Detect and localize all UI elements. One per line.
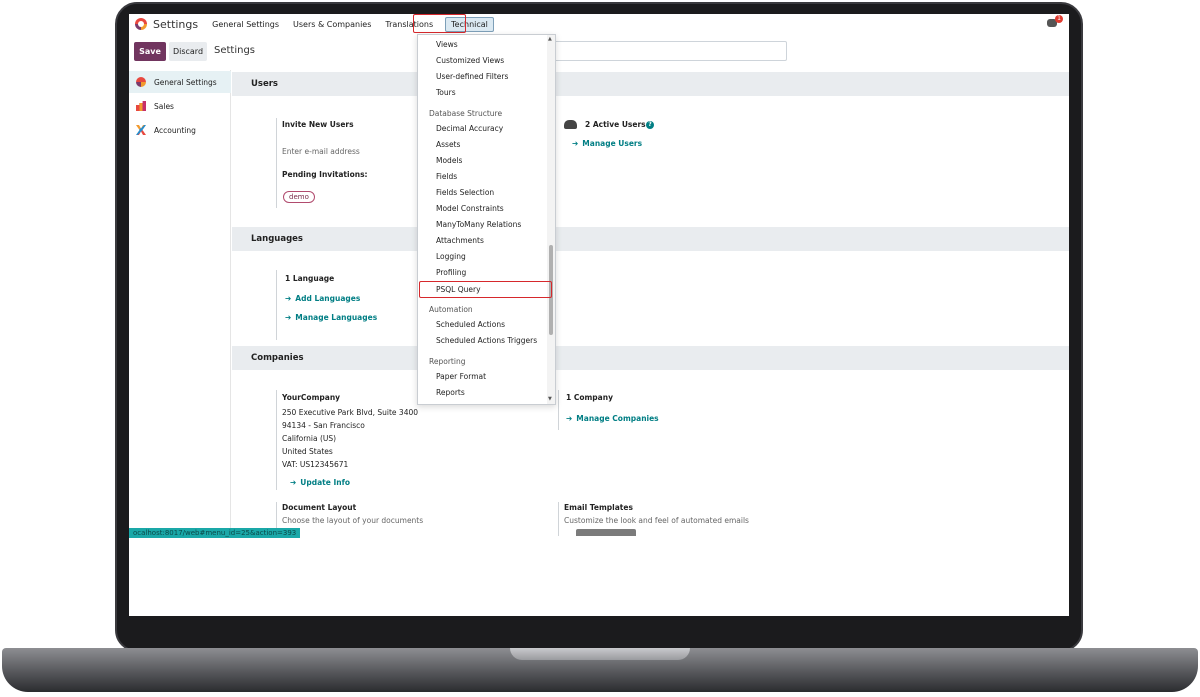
section-companies-title: Companies [232, 346, 1069, 370]
update-info-link[interactable]: ➔ Update Info [290, 478, 350, 487]
app-screen: Settings General Settings Users & Compan… [129, 14, 1069, 616]
settings-sidebar: General Settings Sales Accounting [129, 70, 231, 536]
settings-main: Users Invite New Users Enter e-mail addr… [232, 70, 1069, 536]
dropdown-section-reporting: Reporting [429, 357, 466, 366]
dropdown-item-fields-selection[interactable]: Fields Selection [436, 188, 494, 197]
dropdown-item-logging[interactable]: Logging [436, 252, 466, 261]
status-url-bar: ocalhost:8017/web#menu_id=25&action=393 [129, 528, 301, 538]
sidebar-item-label: General Settings [154, 77, 217, 87]
email-templates-description: Customize the look and feel of automated… [564, 516, 749, 525]
arrow-right-icon: ➔ [285, 294, 292, 303]
section-users-title: Users [232, 72, 1069, 96]
company-name: YourCompany [282, 393, 341, 402]
help-icon[interactable]: ? [646, 121, 654, 129]
invite-users-label: Invite New Users [282, 120, 354, 129]
dropdown-item-user-defined-filters[interactable]: User-defined Filters [436, 72, 508, 81]
technical-highlight-box [413, 14, 466, 33]
top-navbar: Settings General Settings Users & Compan… [129, 14, 1069, 34]
dropdown-item-manytomany-relations[interactable]: ManyToMany Relations [436, 220, 521, 229]
languages-divider [276, 270, 277, 340]
company-count: 1 Company [566, 393, 613, 402]
dropdown-item-profiling[interactable]: Profiling [436, 268, 466, 277]
save-button[interactable]: Save [134, 42, 166, 61]
sidebar-item-sales[interactable]: Sales [129, 95, 231, 117]
dropdown-item-paper-format[interactable]: Paper Format [436, 372, 486, 381]
dropdown-item-assets[interactable]: Assets [436, 140, 460, 149]
arrow-right-icon: ➔ [572, 139, 579, 148]
company-vat: VAT: US12345671 [282, 460, 349, 469]
sidebar-item-label: Sales [154, 101, 174, 111]
laptop-notch [510, 648, 690, 660]
pending-invitations-label: Pending Invitations: [282, 170, 368, 179]
manage-users-link[interactable]: ➔ Manage Users [572, 139, 642, 148]
technical-dropdown-menu: ▲ ▼ Views Customized Views User-defined Fi… [417, 34, 556, 405]
dropdown-item-tours[interactable]: Tours [436, 88, 456, 97]
settings-search-input[interactable] [549, 41, 787, 61]
menu-users-companies[interactable]: Users & Companies [293, 20, 371, 29]
sidebar-item-general-settings[interactable]: General Settings [129, 71, 231, 93]
breadcrumb: Settings [214, 45, 256, 56]
chat-count-badge: 1 [1055, 15, 1063, 23]
dropdown-item-decimal-accuracy[interactable]: Decimal Accuracy [436, 124, 503, 133]
invite-email-input[interactable]: Enter e-mail address [282, 147, 360, 156]
dropdown-item-model-constraints[interactable]: Model Constraints [436, 204, 504, 213]
dropdown-scrollbar[interactable]: ▲ ▼ [547, 35, 555, 404]
dropdown-section-automation: Automation [429, 305, 473, 314]
arrow-right-icon: ➔ [566, 414, 573, 423]
sidebar-item-label: Accounting [154, 125, 196, 135]
email-templates-button[interactable] [576, 529, 636, 536]
dropdown-item-reports[interactable]: Reports [436, 388, 465, 397]
document-layout-title: Document Layout [282, 503, 357, 512]
arrow-right-icon: ➔ [290, 478, 297, 487]
pending-user-badge[interactable]: demo [283, 191, 315, 203]
dropdown-item-fields[interactable]: Fields [436, 172, 457, 181]
manage-companies-link[interactable]: ➔ Manage Companies [566, 414, 659, 423]
menu-general-settings[interactable]: General Settings [212, 20, 279, 29]
email-templates-divider [558, 502, 559, 536]
sidebar-item-accounting[interactable]: Accounting [129, 119, 231, 141]
scroll-down-icon[interactable]: ▼ [548, 396, 552, 402]
app-title[interactable]: Settings [153, 18, 198, 31]
company-address-line: 250 Executive Park Blvd, Suite 3400 [282, 408, 419, 417]
add-languages-link[interactable]: ➔ Add Languages [285, 294, 360, 303]
discard-button[interactable]: Discard [169, 42, 207, 61]
dropdown-section-database-structure: Database Structure [429, 109, 503, 118]
companies-divider [276, 390, 277, 490]
dropdown-item-views[interactable]: Views [436, 40, 458, 49]
dropdown-item-attachments[interactable]: Attachments [436, 236, 484, 245]
dropdown-item-customized-views[interactable]: Customized Views [436, 56, 504, 65]
accounting-icon [136, 125, 146, 135]
dropdown-item-models[interactable]: Models [436, 156, 462, 165]
company-address-line: 94134 - San Francisco [282, 421, 365, 430]
dropdown-item-scheduled-actions-triggers[interactable]: Scheduled Actions Triggers [436, 336, 537, 345]
general-settings-icon [136, 77, 146, 87]
app-logo-icon[interactable] [135, 18, 147, 30]
language-count: 1 Language [285, 274, 335, 283]
arrow-right-icon: ➔ [285, 313, 292, 322]
company-count-divider [558, 390, 559, 430]
active-users-count: 2 Active Users [585, 120, 646, 129]
sales-icon [136, 101, 146, 111]
document-layout-description: Choose the layout of your documents [282, 516, 424, 525]
dropdown-item-scheduled-actions[interactable]: Scheduled Actions [436, 320, 505, 329]
email-templates-title: Email Templates [564, 503, 633, 512]
dropdown-item-psql-query[interactable]: PSQL Query [436, 285, 481, 294]
company-address-line: California (US) [282, 434, 337, 443]
laptop-scene: Settings General Settings Users & Compan… [0, 0, 1200, 697]
users-divider [276, 118, 277, 208]
manage-languages-link[interactable]: ➔ Manage Languages [285, 313, 377, 322]
company-address-line: United States [282, 447, 333, 456]
section-languages-title: Languages [232, 227, 1069, 251]
users-icon [564, 120, 577, 129]
scroll-up-icon[interactable]: ▲ [548, 36, 552, 42]
